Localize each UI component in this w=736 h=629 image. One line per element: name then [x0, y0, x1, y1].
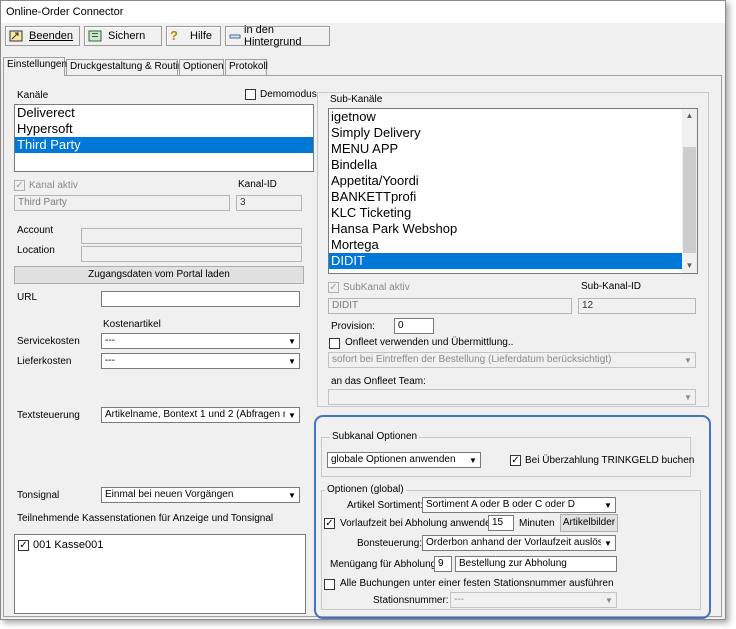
- exit-icon: [9, 30, 23, 42]
- list-item[interactable]: ✓ 001 Kasse001: [18, 539, 103, 551]
- subkanaele-scrollbar[interactable]: ▲ ▼: [682, 109, 697, 273]
- zugangsdaten-button[interactable]: Zugangsdaten vom Portal laden: [14, 266, 304, 284]
- kanal-name-field[interactable]: Third Party: [14, 195, 230, 211]
- textsteuerung-value: Artikelname, Bontext 1 und 2 (Abfragen m…: [105, 409, 300, 420]
- kanal-id-field[interactable]: 3: [236, 195, 302, 211]
- list-item[interactable]: Deliverect: [15, 105, 313, 121]
- hintergrund-label: in den Hintergrund: [244, 24, 302, 48]
- title-bar: Online-Order Connector: [1, 1, 725, 23]
- save-icon: [88, 30, 102, 42]
- beenden-label: Beenden: [29, 30, 74, 42]
- kasse-checkbox[interactable]: ✓: [18, 539, 29, 551]
- list-item[interactable]: igetnow: [329, 109, 697, 125]
- scroll-down-icon[interactable]: ▼: [682, 259, 697, 273]
- lieferkosten-label: Lieferkosten: [17, 356, 72, 367]
- list-item[interactable]: KLC Ticketing: [329, 205, 697, 221]
- beenden-button[interactable]: Beenden: [5, 26, 80, 46]
- kassenstationen-label: Teilnehmende Kassenstationen für Anzeige…: [17, 513, 274, 524]
- onfleet-team-select[interactable]: ▼: [328, 389, 696, 405]
- onfleet-team-label: an das Onfleet Team:: [331, 376, 426, 387]
- main-window: Online-Order Connector Beenden Sichern ?…: [0, 0, 726, 620]
- account-label: Account: [17, 225, 54, 236]
- account-field[interactable]: [81, 228, 302, 244]
- kanal-id-label: Kanal-ID: [238, 179, 277, 190]
- subkanal-name-field[interactable]: DIDIT: [328, 298, 572, 314]
- kanaele-list[interactable]: Deliverect Hypersoft Third Party: [14, 104, 314, 172]
- tab-druckgestaltung[interactable]: Druckgestaltung & Routing: [66, 59, 189, 75]
- chevron-down-icon[interactable]: ▼: [681, 390, 695, 404]
- onfleet-label: Onfleet verwenden und Übermittlung..: [345, 337, 514, 348]
- window-title: Online-Order Connector: [6, 6, 124, 18]
- kanal-aktiv-checkbox[interactable]: ✓: [14, 180, 25, 191]
- lieferkosten-value: ---: [105, 355, 115, 366]
- servicekosten-select[interactable]: --- ▼: [101, 333, 300, 349]
- kassenstationen-list[interactable]: ✓ 001 Kasse001: [14, 534, 306, 614]
- lieferkosten-select[interactable]: --- ▼: [101, 353, 300, 369]
- list-item[interactable]: Simply Delivery: [329, 125, 697, 141]
- onfleet-checkbox[interactable]: [329, 338, 340, 349]
- list-item[interactable]: BANKETTprofi: [329, 189, 697, 205]
- subkanal-aktiv-label: SubKanal aktiv: [343, 282, 410, 293]
- list-item[interactable]: Hansa Park Webshop: [329, 221, 697, 237]
- sichern-label: Sichern: [108, 30, 146, 42]
- provision-label: Provision:: [331, 321, 375, 332]
- sichern-button[interactable]: Sichern: [84, 26, 162, 46]
- demomodus-label: Demomodus: [260, 89, 317, 100]
- list-item[interactable]: Mortega: [329, 237, 697, 253]
- tonsignal-label: Tonsignal: [17, 490, 60, 501]
- url-input[interactable]: [101, 291, 300, 307]
- tab-protokoll[interactable]: Protokoll: [225, 59, 268, 75]
- tonsignal-value: Einmal bei neuen Vorgängen: [105, 489, 234, 500]
- location-field[interactable]: [81, 246, 302, 262]
- demomodus-checkbox[interactable]: [245, 89, 256, 100]
- subkanal-aktiv-checkbox[interactable]: ✓: [328, 282, 339, 293]
- chevron-down-icon[interactable]: ▼: [285, 488, 299, 502]
- chevron-down-icon[interactable]: ▼: [285, 334, 299, 348]
- chevron-down-icon[interactable]: ▼: [681, 353, 695, 367]
- tonsignal-select[interactable]: Einmal bei neuen Vorgängen ▼: [101, 487, 300, 503]
- url-label: URL: [17, 292, 38, 303]
- subkanaele-label: Sub-Kanäle: [328, 94, 385, 105]
- kasse-label: 001 Kasse001: [33, 539, 104, 551]
- list-item[interactable]: Hypersoft: [15, 121, 313, 137]
- minimize-icon: [229, 30, 241, 42]
- list-item[interactable]: MENU APP: [329, 141, 697, 157]
- scroll-thumb[interactable]: [683, 147, 696, 253]
- provision-input[interactable]: 0: [394, 318, 434, 334]
- subkanaele-list[interactable]: igetnow Simply Delivery MENU APP Bindell…: [328, 108, 698, 274]
- list-item[interactable]: Third Party: [15, 137, 313, 153]
- tab-einstellungen[interactable]: Einstellungen: [3, 57, 67, 76]
- scroll-up-icon[interactable]: ▲: [682, 109, 697, 123]
- list-item[interactable]: Bindella: [329, 157, 697, 173]
- onfleet-timing-select[interactable]: sofort bei Eintreffen der Bestellung (Li…: [328, 352, 696, 368]
- help-icon: ?: [170, 28, 178, 43]
- hilfe-button[interactable]: ? Hilfe: [166, 26, 221, 46]
- kanal-aktiv-label: Kanal aktiv: [29, 180, 78, 191]
- subkanal-id-field[interactable]: 12: [578, 298, 696, 314]
- textsteuerung-label: Textsteuerung: [17, 410, 80, 421]
- textsteuerung-select[interactable]: Artikelname, Bontext 1 und 2 (Abfragen m…: [101, 407, 300, 423]
- list-item[interactable]: Appetita/Yoordi: [329, 173, 697, 189]
- subkanal-id-label: Sub-Kanal-ID: [581, 281, 642, 292]
- highlight-frame: [314, 415, 711, 619]
- kostenartikel-label: Kostenartikel: [103, 319, 161, 330]
- tab-optionen[interactable]: Optionen: [179, 59, 224, 75]
- location-label: Location: [17, 245, 55, 256]
- onfleet-timing-value: sofort bei Eintreffen der Bestellung (Li…: [332, 354, 612, 365]
- hilfe-label: Hilfe: [190, 30, 213, 42]
- hintergrund-button[interactable]: in den Hintergrund: [225, 24, 330, 48]
- list-item[interactable]: DIDIT: [329, 253, 682, 269]
- servicekosten-value: ---: [105, 335, 115, 346]
- chevron-down-icon[interactable]: ▼: [285, 354, 299, 368]
- kanaele-label: Kanäle: [17, 90, 49, 101]
- servicekosten-label: Servicekosten: [17, 336, 80, 347]
- chevron-down-icon[interactable]: ▼: [285, 408, 299, 422]
